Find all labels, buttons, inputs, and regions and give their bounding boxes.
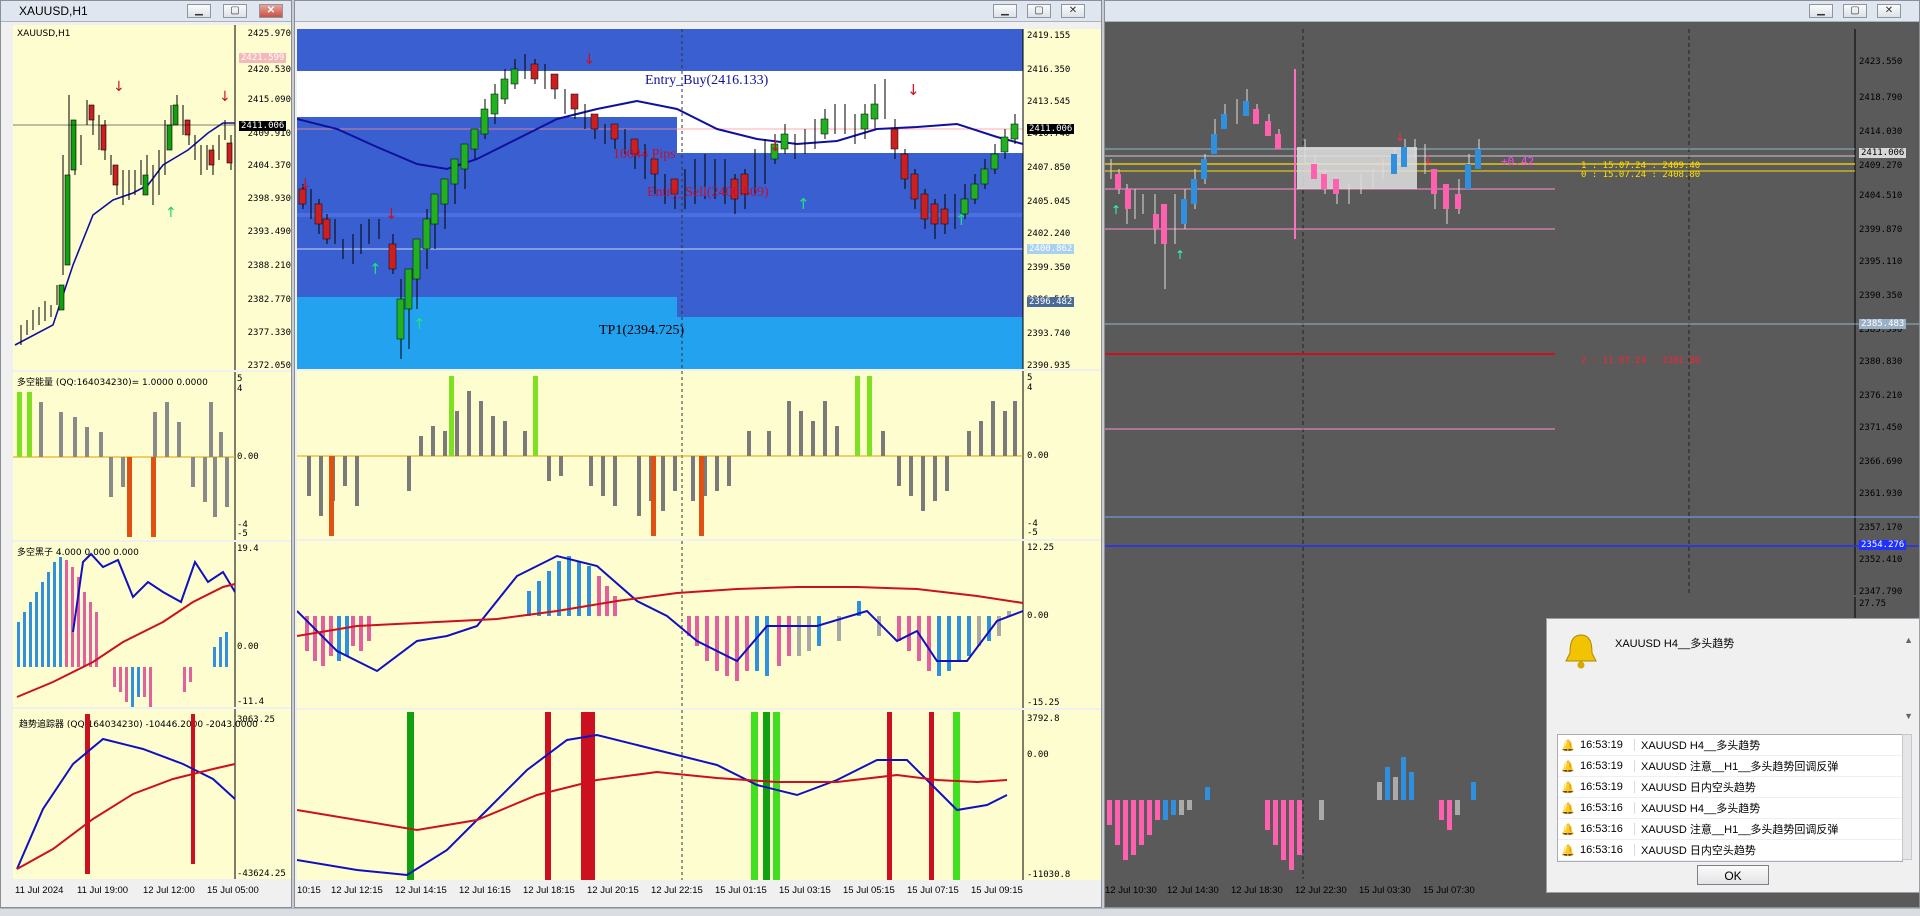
- right-price-note: +0.42: [1501, 155, 1535, 168]
- minimize-button[interactable]: ▁: [993, 4, 1017, 18]
- maximize-button[interactable]: ▢: [223, 4, 247, 18]
- middle-indicator-macd[interactable]: 12.25 0.00 -15.25: [297, 541, 1101, 708]
- left-down-arrow-icon: ↓: [113, 79, 125, 95]
- minimize-button[interactable]: ▁: [187, 4, 211, 18]
- middle-down-arrow-icon: ↓: [907, 81, 920, 99]
- bell-icon: 🔔: [1561, 760, 1575, 773]
- left-up-arrow-icon: ↑: [165, 205, 177, 221]
- middle-price-tag-3: 2396.482: [1027, 297, 1075, 307]
- middle-up-arrow-icon: ↑: [797, 195, 810, 213]
- left-indicator-macd[interactable]: 多空黑子 4.000 0.000 0.000 19.4 0.00 -11.4: [13, 542, 291, 707]
- left-window-title: XAUUSD,H1: [19, 4, 88, 18]
- maximize-button[interactable]: ▢: [1843, 4, 1867, 18]
- maximize-button[interactable]: ▢: [1027, 4, 1051, 18]
- left-ma-line: [14, 122, 235, 346]
- right-price-chart: ↑ ↑ ↓ ↓: [1105, 29, 1919, 595]
- entry-buy-label: Entry_Buy(2416.133): [645, 73, 769, 88]
- list-item[interactable]: 🔔 16:53:19 XAUUSD H4__多头趋势: [1558, 735, 1902, 756]
- right-up-arrow-icon: ↑: [1175, 248, 1185, 262]
- middle-price-tag-2: 2400.862: [1027, 244, 1075, 254]
- right-window-titlebar[interactable]: ▁ ▢ ✕: [1105, 1, 1919, 22]
- bell-icon: 🔔: [1561, 739, 1575, 752]
- bell-icon: 🔔: [1561, 823, 1575, 836]
- left-current-price-tag: 2411.006: [239, 121, 287, 131]
- alert-headline: XAUUSD H4__多头趋势: [1615, 638, 1735, 650]
- close-button[interactable]: ✕: [1877, 4, 1901, 18]
- close-button[interactable]: ✕: [1061, 4, 1085, 18]
- list-item[interactable]: 🔔 16:53:16 XAUUSD 注意__H1__多头趋势回调反弹: [1558, 819, 1902, 840]
- middle-down-arrow-icon: ↓: [769, 137, 782, 155]
- middle-time-axis: 10:15 12 Jul 12:15 12 Jul 14:15 12 Jul 1…: [297, 885, 1023, 896]
- right-down-arrow-icon: ↓: [1423, 153, 1433, 167]
- right-up-arrow-icon: ↑: [1111, 203, 1121, 217]
- bell-icon: 🔔: [1561, 802, 1575, 815]
- left-top-price-tag: 2421.599: [239, 53, 287, 63]
- right-current-price-tag: 2411.006: [1859, 148, 1907, 158]
- left-candles: [20, 95, 232, 345]
- left-chart-window[interactable]: XAUUSD,H1 ▁ ▢ ✕ XAUUSD,H1 ↓ ↓ ↑ 2425.970…: [0, 0, 292, 908]
- middle-indicator-energy[interactable]: 5 4 0.00 -4 -5: [297, 371, 1101, 539]
- middle-up-arrow-icon: ↑: [369, 260, 382, 278]
- left-price-pane[interactable]: XAUUSD,H1 ↓ ↓ ↑ 2425.970 2420.530 2415.0…: [13, 25, 291, 370]
- scroll-up-icon[interactable]: ▲: [1904, 635, 1913, 645]
- right-price-tag-gray: 2385.483: [1859, 319, 1907, 329]
- middle-ind3-scale: 3792.8 0.00 -11030.8: [1027, 714, 1071, 880]
- alert-list-scrollbar[interactable]: [1902, 734, 1912, 860]
- middle-ind1-chart: [297, 371, 1024, 539]
- middle-ind2-chart: [297, 541, 1024, 708]
- middle-chart-window[interactable]: ▁ ▢ ✕ ↓ ↓ ↓ ↓ ↓ ↑ ↑ ↑ ↑ Entry_Buy(2416.1…: [294, 0, 1102, 908]
- right-down-arrow-icon: ↓: [1395, 130, 1405, 144]
- middle-price-scale: 2419.155 2416.350 2413.545 2410.740 2407…: [1027, 31, 1071, 369]
- middle-down-arrow-icon: ↓: [299, 175, 312, 193]
- left-price-scale: 2425.970 2420.530 2415.090 2409.910 2404…: [247, 29, 291, 370]
- pips-label: 10044 Pips: [613, 147, 676, 162]
- list-item[interactable]: 🔔 16:53:16 XAUUSD 日内空头趋势: [1558, 840, 1902, 861]
- list-item[interactable]: 🔔 16:53:16 XAUUSD H4__多头趋势: [1558, 798, 1902, 819]
- left-ind2-scale: 19.4 0.00 -11.4: [237, 544, 265, 707]
- right-line0-label: 0 : 15.07.24 : 2408.80: [1581, 170, 1701, 180]
- entry-sell-label: Entry_Sell(2406.509): [647, 185, 769, 200]
- left-down-arrow-icon: ↓: [219, 89, 231, 105]
- bell-icon: 🔔: [1561, 781, 1575, 794]
- minimize-button[interactable]: ▁: [1809, 4, 1833, 18]
- left-time-axis: 11 Jul 2024 11 Jul 19:00 12 Jul 12:00 15…: [15, 885, 259, 896]
- bell-icon: 🔔: [1561, 844, 1575, 857]
- left-indicator-trend[interactable]: 趋势追踪器 (QQ:164034230) -10446.2000 -2043.0…: [13, 709, 291, 879]
- left-candle-bodies-red: [88, 104, 233, 186]
- left-window-titlebar[interactable]: XAUUSD,H1 ▁ ▢ ✕: [1, 1, 291, 22]
- right-price-scale: 2423.550 2418.790 2414.030 2409.270 2404…: [1859, 57, 1903, 595]
- alert-dialog[interactable]: XAUUSD H4__多头趋势 ▲ ▼ 🔔 16:53:19 XAUUSD H4__…: [1546, 618, 1920, 893]
- ok-button[interactable]: OK: [1697, 865, 1769, 885]
- middle-price-pane[interactable]: ↓ ↓ ↓ ↓ ↓ ↑ ↑ ↑ ↑ Entry_Buy(2416.133) 10…: [297, 29, 1101, 369]
- middle-down-arrow-icon: ↓: [385, 205, 398, 223]
- middle-up-arrow-icon: ↑: [955, 211, 968, 229]
- right-line2-label: 2 : 11.07.24 : 2381.80: [1581, 356, 1701, 366]
- middle-current-price-tag: 2411.006: [1027, 124, 1075, 134]
- tp1-label: TP1(2394.725): [599, 323, 685, 338]
- left-candle-bodies: [58, 104, 179, 311]
- middle-window-titlebar[interactable]: ▁ ▢ ✕: [295, 1, 1101, 22]
- middle-ind3-chart: [297, 710, 1024, 880]
- right-price-pane[interactable]: ↑ ↑ ↓ ↓ 1 : 15.07.24 : 2409.40 0 : 15.07…: [1105, 29, 1919, 595]
- middle-ind1-scale: 5 4 0.00 -4 -5: [1027, 373, 1049, 538]
- bell-icon: [1561, 631, 1601, 671]
- left-ind1-scale: 5 4 0.00 -4 -5: [237, 374, 259, 539]
- right-price-tag-blue: 2354.276: [1859, 540, 1907, 550]
- middle-ind2-scale: 12.25 0.00 -15.25: [1027, 543, 1060, 708]
- close-button[interactable]: ✕: [259, 4, 283, 18]
- list-item[interactable]: 🔔 16:53:19 XAUUSD 注意__H1__多头趋势回调反弹: [1558, 756, 1902, 777]
- list-item[interactable]: 🔔 16:53:19 XAUUSD 日内空头趋势: [1558, 777, 1902, 798]
- scroll-down-icon[interactable]: ▼: [1904, 711, 1913, 721]
- middle-indicator-trend[interactable]: 3792.8 0.00 -11030.8: [297, 710, 1101, 880]
- alert-list[interactable]: 🔔 16:53:19 XAUUSD H4__多头趋势 🔔 16:53:19 XAUUSD…: [1557, 734, 1903, 862]
- middle-up-arrow-icon: ↑: [413, 315, 426, 333]
- left-ind3-scale: 3063.25 -43624.25: [237, 715, 286, 879]
- left-indicator-energy[interactable]: 多空能量 (QQ:164034230)= 1.0000 0.0000 5 4 0…: [13, 372, 291, 540]
- middle-down-arrow-icon: ↓: [583, 50, 596, 68]
